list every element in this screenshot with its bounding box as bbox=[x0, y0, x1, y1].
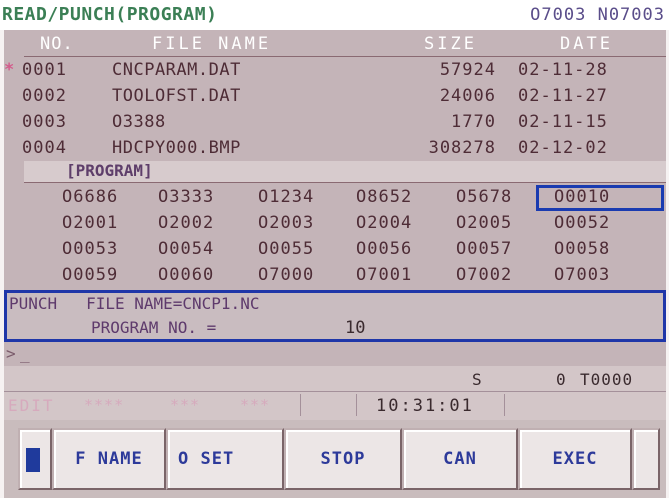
program-number[interactable]: O1234 bbox=[258, 187, 314, 207]
file-name: CNCPARAM.DAT bbox=[112, 60, 241, 80]
column-header-no: NO. bbox=[40, 34, 74, 54]
file-number: 0004 bbox=[22, 138, 67, 158]
program-number[interactable]: O0055 bbox=[258, 239, 314, 259]
program-number[interactable]: O2003 bbox=[258, 213, 314, 233]
program-number[interactable]: O7001 bbox=[356, 265, 412, 285]
input-prompt: > bbox=[6, 344, 16, 363]
return-softkey[interactable] bbox=[18, 428, 52, 490]
f-name-softkey[interactable]: F NAME bbox=[52, 428, 166, 490]
program-number[interactable]: O7002 bbox=[456, 265, 512, 285]
program-number[interactable]: O5678 bbox=[456, 187, 512, 207]
file-size: 57924 bbox=[439, 60, 496, 80]
file-date: 02-11-27 bbox=[518, 86, 608, 106]
program-list: O6686 O3333 O1234 O8652 O5678 O0010 O200… bbox=[24, 182, 666, 287]
program-number[interactable]: O2001 bbox=[62, 213, 118, 233]
header-divider bbox=[24, 56, 666, 57]
program-number[interactable]: O3333 bbox=[158, 187, 214, 207]
key-input-line[interactable]: > _ bbox=[4, 344, 666, 366]
file-date: 02-11-15 bbox=[518, 112, 608, 132]
punch-settings-box: PUNCH FILE NAME=CNCP1.NC PROGRAM NO. = 1… bbox=[4, 290, 666, 342]
table-row[interactable]: 0002 TOOLOFST.DAT 24006 02-11-27 bbox=[4, 84, 666, 110]
program-number[interactable]: O0053 bbox=[62, 239, 118, 259]
program-row: O6686 O3333 O1234 O8652 O5678 O0010 bbox=[24, 185, 666, 211]
file-name: HDCPY000.BMP bbox=[112, 138, 241, 158]
screen-title: READ/PUNCH(PROGRAM) bbox=[2, 4, 218, 25]
program-number[interactable]: O0056 bbox=[356, 239, 412, 259]
spindle-value: 0 bbox=[556, 370, 566, 389]
program-number[interactable]: O8652 bbox=[356, 187, 412, 207]
program-number[interactable]: O2002 bbox=[158, 213, 214, 233]
tool-number: T0000 bbox=[580, 370, 634, 389]
program-number[interactable]: O6686 bbox=[62, 187, 118, 207]
mode-indicator: EDIT bbox=[8, 396, 55, 415]
punch-file-name: PUNCH FILE NAME=CNCP1.NC bbox=[9, 294, 260, 313]
program-number[interactable]: O0060 bbox=[158, 265, 214, 285]
file-size: 24006 bbox=[439, 86, 496, 106]
status-field-1: **** bbox=[84, 396, 125, 414]
column-header-file-name: FILE NAME bbox=[152, 34, 272, 54]
exec-softkey[interactable]: EXEC bbox=[518, 428, 632, 490]
program-number[interactable]: O7003 bbox=[554, 265, 610, 285]
file-number: 0001 bbox=[22, 60, 67, 80]
column-header-size: SIZE bbox=[424, 34, 477, 54]
program-sequence-status: O7003 N07003 bbox=[530, 5, 665, 25]
stop-softkey[interactable]: STOP bbox=[284, 428, 402, 490]
left-arrow-icon bbox=[26, 448, 40, 472]
file-date: 02-12-02 bbox=[518, 138, 608, 158]
program-number[interactable]: O0054 bbox=[158, 239, 214, 259]
spindle-label: S bbox=[472, 370, 482, 389]
program-number[interactable]: O0057 bbox=[456, 239, 512, 259]
file-name: O3388 bbox=[112, 112, 166, 132]
file-size: 1770 bbox=[451, 112, 496, 132]
o-set-softkey[interactable]: O SET bbox=[166, 428, 284, 490]
file-date: 02-11-28 bbox=[518, 60, 608, 80]
table-row[interactable]: 0004 HDCPY000.BMP 308278 02-12-02 bbox=[4, 136, 666, 162]
program-number[interactable]: O0059 bbox=[62, 265, 118, 285]
status-divider bbox=[504, 394, 505, 416]
clock: 10:31:01 bbox=[376, 396, 474, 416]
column-header-date: DATE bbox=[560, 34, 613, 54]
selection-cursor bbox=[536, 185, 664, 211]
input-cursor: _ bbox=[20, 344, 30, 363]
program-row: O2001 O2002 O2003 O2004 O2005 O0052 bbox=[24, 211, 666, 237]
program-number[interactable]: O0052 bbox=[554, 213, 610, 233]
program-no-label: PROGRAM NO. = bbox=[91, 318, 217, 337]
file-number: 0002 bbox=[22, 86, 67, 106]
status-field-3: *** bbox=[240, 396, 271, 414]
status-divider bbox=[300, 394, 301, 416]
program-number[interactable]: O7000 bbox=[258, 265, 314, 285]
cancel-softkey[interactable]: CAN bbox=[402, 428, 518, 490]
program-row: O0059 O0060 O7000 O7001 O7002 O7003 bbox=[24, 263, 666, 289]
program-number[interactable]: O2005 bbox=[456, 213, 512, 233]
table-row[interactable]: 0003 O3388 1770 02-11-15 bbox=[4, 110, 666, 136]
table-row[interactable]: * 0001 CNCPARAM.DAT 57924 02-11-28 bbox=[4, 58, 666, 84]
program-number[interactable]: O2004 bbox=[356, 213, 412, 233]
program-number[interactable]: O0058 bbox=[554, 239, 610, 259]
status-field-2: *** bbox=[170, 396, 201, 414]
continue-softkey[interactable] bbox=[632, 428, 660, 490]
row-cursor-marker: * bbox=[4, 60, 15, 80]
file-name: TOOLOFST.DAT bbox=[112, 86, 241, 106]
status-bar: S 0 T0000 EDIT **** *** *** 10:31:01 bbox=[4, 366, 666, 420]
program-row: O0053 O0054 O0055 O0056 O0057 O0058 bbox=[24, 237, 666, 263]
softkey-bar: F NAME O SET STOP CAN EXEC bbox=[4, 420, 666, 498]
file-number: 0003 bbox=[22, 112, 67, 132]
file-size: 308278 bbox=[428, 138, 496, 158]
title-bar: READ/PUNCH(PROGRAM) O7003 N07003 bbox=[0, 0, 669, 30]
program-no-value: 10 bbox=[345, 318, 366, 338]
status-upper-row: S 0 T0000 bbox=[4, 366, 666, 392]
program-list-label: [PROGRAM] bbox=[66, 161, 153, 180]
status-divider bbox=[356, 394, 357, 416]
file-table-header: NO. FILE NAME SIZE DATE bbox=[4, 32, 666, 56]
